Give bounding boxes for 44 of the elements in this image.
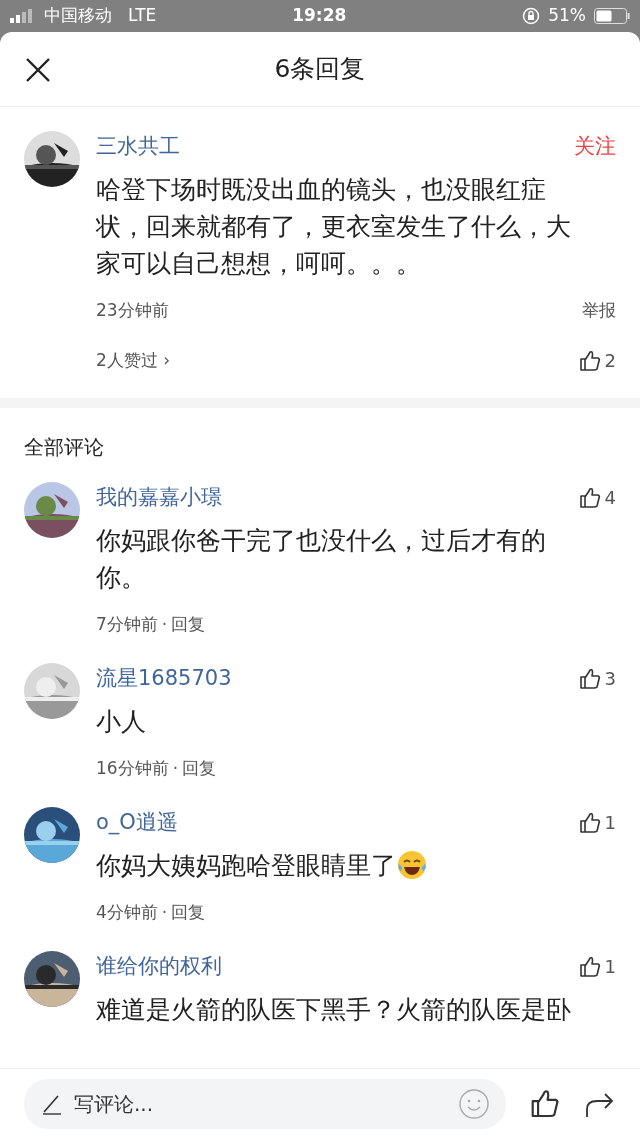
likers-link[interactable]: 2人赞过 ›	[96, 347, 171, 374]
like-button[interactable]: 4	[578, 484, 616, 512]
thumbs-up-icon	[578, 349, 601, 372]
section-title: 全部评论	[23, 434, 105, 461]
separator-dot: ·	[161, 900, 168, 924]
dialog-title: 6条回复	[274, 53, 366, 86]
like-button[interactable]: 2	[578, 347, 616, 374]
carrier-name: 中国移动	[44, 4, 112, 28]
like-button[interactable]: 1	[578, 953, 616, 981]
rotation-lock-icon	[522, 7, 541, 25]
thumbs-up-icon	[578, 955, 601, 978]
thumbs-up-icon	[578, 667, 601, 690]
comment-text: 小人	[96, 705, 146, 738]
username[interactable]: 流星1685703	[96, 663, 232, 695]
comment-text: 难道是火箭的队医下黑手？火箭的队医是卧	[96, 993, 571, 1026]
like-button[interactable]: 3	[578, 665, 616, 693]
network-type: LTE	[128, 4, 157, 28]
timestamp: 23分钟前	[96, 298, 169, 322]
username[interactable]: 我的嘉嘉小璟	[96, 482, 222, 514]
follow-button[interactable]: 关注	[574, 131, 616, 163]
username[interactable]: 谁给你的权利	[96, 951, 222, 983]
username[interactable]: 三水共工	[96, 131, 180, 163]
like-button[interactable]: 1	[578, 809, 616, 837]
username[interactable]: o_O逍遥	[96, 807, 178, 839]
separator-dot: ·	[172, 756, 179, 780]
thumbs-up-icon[interactable]	[530, 1088, 560, 1119]
thumbs-up-icon	[578, 811, 601, 834]
comment-text: 你妈跟你爸干完了也没什么，过后才有的你。	[96, 524, 547, 594]
clock: 19:28	[291, 4, 348, 28]
battery-percent: 51%	[548, 4, 586, 28]
thumbs-up-icon	[578, 486, 601, 509]
comment-field[interactable]: 写评论...	[24, 1078, 506, 1129]
close-icon[interactable]	[24, 56, 52, 84]
timestamp: 16分钟前	[96, 756, 169, 780]
reply-link[interactable]: 回复	[171, 899, 206, 925]
timestamp: 7分钟前	[96, 612, 158, 636]
report-button[interactable]: 举报	[582, 297, 616, 323]
comment-text: 哈登下场时既没出血的镜头，也没眼红症状，回来就都有了，更衣室发生了什么，大家可以自己想想，呵呵。。。	[96, 173, 572, 280]
comment-text: 你妈大姨妈跑哈登眼睛里了	[96, 849, 396, 882]
separator-dot: ·	[161, 612, 168, 636]
battery-icon	[594, 8, 630, 24]
reply-link[interactable]: 回复	[171, 611, 206, 637]
timestamp: 4分钟前	[96, 900, 158, 924]
reply-link[interactable]: 回复	[182, 755, 217, 781]
